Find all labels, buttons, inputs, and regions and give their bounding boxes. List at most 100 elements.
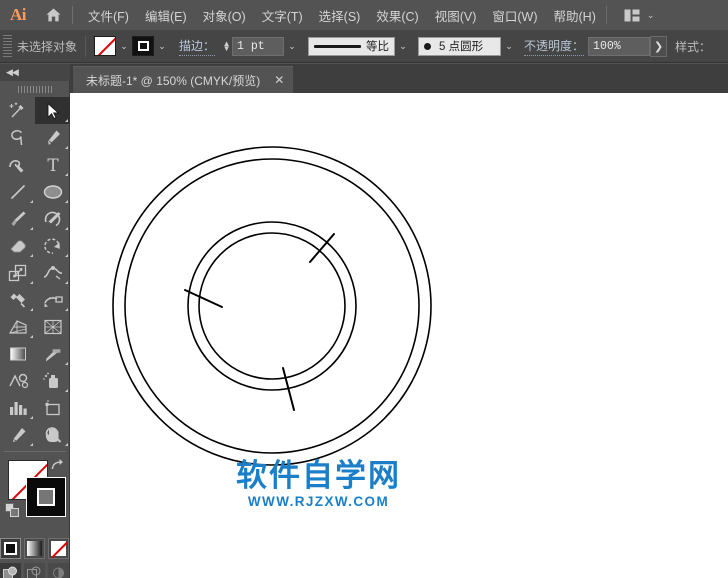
- gradient-tool[interactable]: [0, 340, 35, 367]
- tool-flyout-indicator: [65, 308, 68, 311]
- zoom-tool[interactable]: [35, 421, 70, 448]
- menu-bar: Ai 文件(F) 编辑(E) 对象(O) 文字(T) 选择(S) 效果(C) 视…: [0, 0, 728, 30]
- stroke-weight-input[interactable]: 1 pt: [232, 36, 285, 56]
- double-chevron-left-icon: ◀◀: [6, 67, 19, 77]
- color-mode-none[interactable]: [48, 538, 69, 559]
- opacity-panel-arrow-icon[interactable]: ❯: [650, 35, 668, 57]
- brush-definition-label: 5 点圆形: [439, 41, 484, 53]
- menu-item-window[interactable]: 窗口(W): [484, 2, 545, 29]
- style-label: 样式：: [675, 39, 712, 54]
- tool-flyout-indicator: [30, 200, 33, 203]
- artwork-concentric-circles[interactable]: [70, 93, 728, 578]
- menu-item-help[interactable]: 帮助(H): [546, 2, 604, 29]
- panel-collapse-button[interactable]: ◀◀: [0, 64, 70, 81]
- menu-item-file[interactable]: 文件(F): [80, 2, 137, 29]
- default-fill-stroke-icon[interactable]: [5, 503, 21, 524]
- tool-flyout-indicator: [30, 281, 33, 284]
- inner-circle-1: [187, 221, 357, 391]
- menu-item-select[interactable]: 选择(S): [311, 2, 369, 29]
- control-bar-grip[interactable]: [3, 35, 12, 57]
- tool-flyout-indicator: [30, 443, 33, 446]
- menu-item-edit[interactable]: 编辑(E): [137, 2, 195, 29]
- brush-definition-select[interactable]: 5 点圆形: [418, 36, 502, 56]
- stroke-box-inner: [37, 488, 55, 506]
- fill-chevron-down-icon[interactable]: ⌄: [116, 36, 132, 56]
- free-transform-tool[interactable]: [0, 286, 35, 313]
- tool-flyout-indicator: [65, 389, 68, 392]
- blend-tool[interactable]: [0, 367, 35, 394]
- canvas-area[interactable]: 软件自学网 WWW.RJZXW.COM: [70, 93, 728, 578]
- rotate-tool[interactable]: [35, 232, 70, 259]
- svg-text:T: T: [47, 156, 59, 175]
- tool-flyout-indicator: [65, 362, 68, 365]
- opacity-label[interactable]: 不透明度：: [524, 37, 585, 56]
- stroke-chevron-down-icon[interactable]: ⌄: [154, 36, 170, 56]
- opacity-input[interactable]: 100%: [588, 36, 651, 56]
- document-tab[interactable]: 未标题-1* @ 150% (CMYK/预览) ✕: [73, 66, 294, 93]
- tool-flyout-indicator: [30, 227, 33, 230]
- tools-grid: T: [0, 97, 70, 448]
- tools-panel: T: [0, 81, 70, 578]
- home-icon[interactable]: [36, 0, 70, 30]
- paintbrush-tool[interactable]: [0, 205, 35, 232]
- menu-items: 文件(F) 编辑(E) 对象(O) 文字(T) 选择(S) 效果(C) 视图(V…: [80, 2, 604, 29]
- eraser-tool[interactable]: [0, 232, 35, 259]
- app-logo-icon: Ai: [10, 5, 27, 24]
- document-tab-bar: 未标题-1* @ 150% (CMYK/预览) ✕: [70, 64, 728, 93]
- menu-item-effect[interactable]: 效果(C): [368, 2, 426, 29]
- scale-tool[interactable]: [0, 259, 35, 286]
- ellipse-tool[interactable]: [35, 178, 70, 205]
- stroke-weight-stepper[interactable]: ▲ ▼: [221, 36, 232, 56]
- slice-tool[interactable]: [0, 421, 35, 448]
- menu-bar-right: ⌄: [624, 9, 655, 22]
- lasso-tool[interactable]: [0, 124, 35, 151]
- column-graph-tool[interactable]: [0, 394, 35, 421]
- pen-tool[interactable]: [35, 124, 70, 151]
- magic-wand-tool[interactable]: [0, 97, 35, 124]
- stroke-swatch-inner: [137, 41, 149, 51]
- control-divider-1: [85, 35, 87, 57]
- curvature-tool[interactable]: [0, 151, 35, 178]
- perspective-grid-tool[interactable]: [0, 313, 35, 340]
- type-tool[interactable]: T: [35, 151, 70, 178]
- stroke-color-swatch[interactable]: [132, 36, 155, 56]
- stroke-color-box[interactable]: [26, 477, 66, 517]
- stroke-weight-chevron-down-icon[interactable]: ⌄: [284, 36, 300, 56]
- selection-tool[interactable]: [35, 97, 70, 124]
- eyedropper-tool[interactable]: [35, 340, 70, 367]
- none-color-icon: [51, 541, 66, 556]
- tools-panel-grip[interactable]: [17, 86, 52, 93]
- arrange-chevron-down-icon[interactable]: ⌄: [647, 10, 655, 20]
- close-icon[interactable]: ✕: [274, 74, 284, 86]
- draw-behind-mode[interactable]: [24, 563, 45, 578]
- artboard-tool[interactable]: [35, 394, 70, 421]
- stroke-weight-label[interactable]: 描边：: [179, 37, 216, 56]
- fill-color-swatch[interactable]: [94, 36, 117, 56]
- symbol-sprayer-tool[interactable]: [35, 367, 70, 394]
- tool-flyout-indicator: [65, 119, 68, 122]
- color-mode-gradient[interactable]: [24, 538, 45, 559]
- line-segment-tool[interactable]: [0, 178, 35, 205]
- brush-chevron-down-icon[interactable]: ⌄: [501, 36, 517, 56]
- menu-item-type[interactable]: 文字(T): [254, 2, 311, 29]
- swap-fill-stroke-icon[interactable]: [49, 458, 64, 477]
- drawing-mode-row: [0, 563, 69, 578]
- color-mode-solid[interactable]: [0, 538, 21, 559]
- tool-flyout-indicator: [30, 416, 33, 419]
- shaper-tool[interactable]: [35, 205, 70, 232]
- shape-builder-tool[interactable]: [35, 286, 70, 313]
- mesh-tool[interactable]: [35, 313, 70, 340]
- draw-normal-mode[interactable]: [0, 563, 21, 578]
- arrange-documents-icon[interactable]: [624, 9, 640, 22]
- width-tool[interactable]: [35, 259, 70, 286]
- illustrator-window: Ai 文件(F) 编辑(E) 对象(O) 文字(T) 选择(S) 效果(C) 视…: [0, 0, 728, 578]
- tool-flyout-indicator: [65, 146, 68, 149]
- tool-flyout-indicator: [65, 200, 68, 203]
- gradient-icon: [27, 541, 42, 556]
- draw-inside-mode[interactable]: [48, 563, 69, 578]
- stroke-profile-chevron-down-icon[interactable]: ⌄: [395, 36, 411, 56]
- menu-item-object[interactable]: 对象(O): [195, 2, 254, 29]
- stroke-profile-select[interactable]: 等比: [308, 36, 396, 56]
- tool-flyout-indicator: [65, 227, 68, 230]
- menu-item-view[interactable]: 视图(V): [427, 2, 485, 29]
